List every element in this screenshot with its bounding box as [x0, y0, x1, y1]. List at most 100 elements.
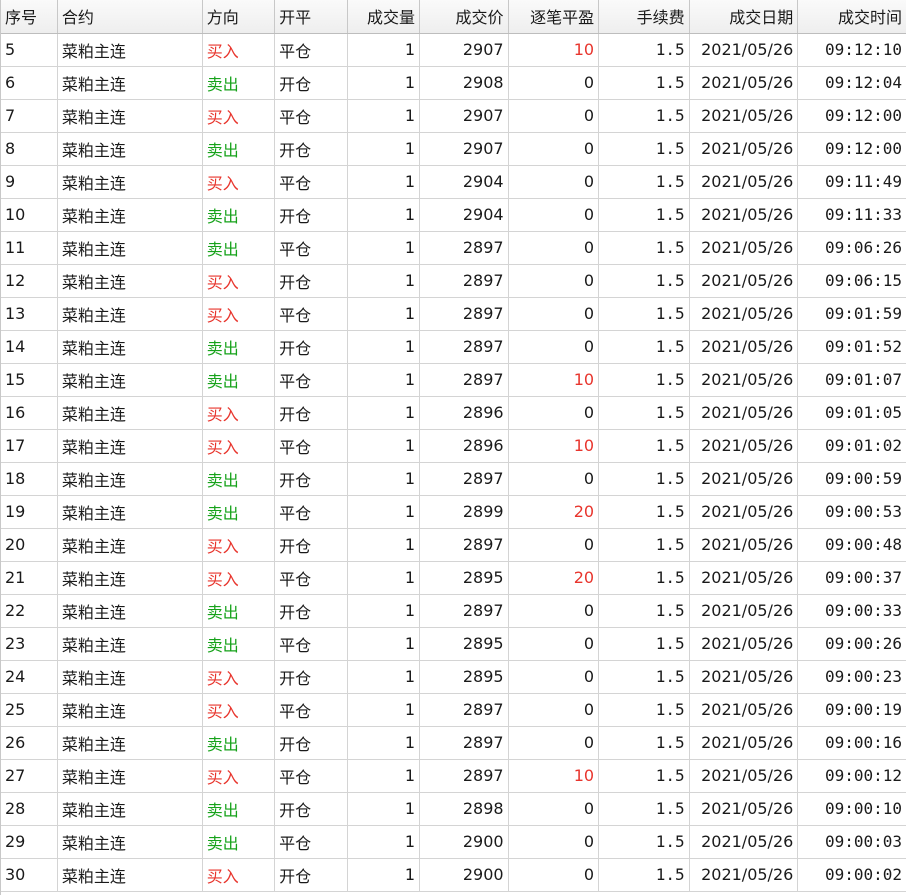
cell-time: 09:01:02	[797, 429, 906, 463]
table-row[interactable]: 26 菜粕主连 卖出 开仓 1 2897 0 1.5 2021/05/26 09:00:16	[1, 726, 906, 760]
table-row[interactable]: 13 菜粕主连 买入 平仓 1 2897 0 1.5 2021/05/26 09:01:59	[1, 297, 906, 331]
table-row[interactable]: 25 菜粕主连 买入 平仓 1 2897 0 1.5 2021/05/26 09:00:19	[1, 693, 906, 727]
cell-open-close: 平仓	[274, 429, 348, 463]
table-body: 5 菜粕主连 买入 平仓 1 2907 10 1.5 2021/05/26 09:12:10 6 菜粕…	[1, 33, 906, 892]
cell-fee: 1.5	[598, 396, 690, 430]
cell-seq: 18	[1, 462, 58, 496]
cell-pnl: 0	[508, 99, 600, 133]
cell-date: 2021/05/26	[689, 429, 799, 463]
cell-volume: 1	[347, 561, 421, 595]
cell-contract: 菜粕主连	[57, 858, 203, 892]
cell-pnl: 0	[508, 627, 600, 661]
cell-seq: 16	[1, 396, 58, 430]
column-header-fee[interactable]: 手续费	[598, 0, 690, 34]
cell-open-close: 平仓	[274, 627, 348, 661]
column-header-seq[interactable]: 序号	[1, 0, 58, 34]
cell-volume: 1	[347, 726, 421, 760]
cell-pnl: 0	[508, 660, 600, 694]
table-row[interactable]: 30 菜粕主连 买入 开仓 1 2900 0 1.5 2021/05/26 09:00:02	[1, 858, 906, 892]
table-row[interactable]: 24 菜粕主连 买入 开仓 1 2895 0 1.5 2021/05/26 09:00:23	[1, 660, 906, 694]
cell-pnl: 10	[508, 33, 600, 67]
table-row[interactable]: 20 菜粕主连 买入 开仓 1 2897 0 1.5 2021/05/26 09:00:48	[1, 528, 906, 562]
cell-direction: 买入	[202, 165, 276, 199]
cell-date: 2021/05/26	[689, 660, 799, 694]
cell-time: 09:11:49	[797, 165, 906, 199]
cell-price: 2896	[419, 396, 509, 430]
cell-time: 09:00:59	[797, 462, 906, 496]
table-row[interactable]: 11 菜粕主连 卖出 平仓 1 2897 0 1.5 2021/05/26 09:06:26	[1, 231, 906, 265]
cell-pnl: 0	[508, 462, 600, 496]
cell-open-close: 开仓	[274, 330, 348, 364]
cell-contract: 菜粕主连	[57, 132, 203, 166]
table-row[interactable]: 6 菜粕主连 卖出 开仓 1 2908 0 1.5 2021/05/26 09:12:04	[1, 66, 906, 100]
column-header-direction[interactable]: 方向	[202, 0, 276, 34]
cell-direction: 买入	[202, 396, 276, 430]
cell-volume: 1	[347, 66, 421, 100]
table-row[interactable]: 27 菜粕主连 买入 平仓 1 2897 10 1.5 2021/05/26 09:00:12	[1, 759, 906, 793]
cell-volume: 1	[347, 396, 421, 430]
cell-direction: 卖出	[202, 462, 276, 496]
cell-direction: 卖出	[202, 627, 276, 661]
cell-contract: 菜粕主连	[57, 165, 203, 199]
column-header-time[interactable]: 成交时间	[797, 0, 906, 34]
cell-volume: 1	[347, 792, 421, 826]
cell-contract: 菜粕主连	[57, 693, 203, 727]
table-row[interactable]: 15 菜粕主连 卖出 平仓 1 2897 10 1.5 2021/05/26 09:01:07	[1, 363, 906, 397]
header-row: 序号 合约 方向 开平 成交量 成交价 逐笔平盈 手续费 成交日期 成交时间	[1, 0, 906, 34]
column-header-contract[interactable]: 合约	[57, 0, 203, 34]
table-row[interactable]: 7 菜粕主连 买入 平仓 1 2907 0 1.5 2021/05/26 09:12:00	[1, 99, 906, 133]
cell-contract: 菜粕主连	[57, 99, 203, 133]
table-row[interactable]: 10 菜粕主连 卖出 开仓 1 2904 0 1.5 2021/05/26 09:11:33	[1, 198, 906, 232]
cell-direction: 卖出	[202, 66, 276, 100]
cell-time: 09:00:26	[797, 627, 906, 661]
cell-volume: 1	[347, 33, 421, 67]
trade-records-table: 序号 合约 方向 开平 成交量 成交价 逐笔平盈 手续费 成交日期 成交时间 5…	[1, 0, 906, 892]
column-header-date[interactable]: 成交日期	[689, 0, 799, 34]
table-row[interactable]: 9 菜粕主连 买入 平仓 1 2904 0 1.5 2021/05/26 09:11:49	[1, 165, 906, 199]
cell-date: 2021/05/26	[689, 858, 799, 892]
cell-date: 2021/05/26	[689, 396, 799, 430]
table-row[interactable]: 21 菜粕主连 买入 平仓 1 2895 20 1.5 2021/05/26 09:00:37	[1, 561, 906, 595]
table-row[interactable]: 28 菜粕主连 卖出 开仓 1 2898 0 1.5 2021/05/26 09:00:10	[1, 792, 906, 826]
table-row[interactable]: 29 菜粕主连 卖出 平仓 1 2900 0 1.5 2021/05/26 09:00:03	[1, 825, 906, 859]
table-row[interactable]: 12 菜粕主连 买入 开仓 1 2897 0 1.5 2021/05/26 09:06:15	[1, 264, 906, 298]
cell-contract: 菜粕主连	[57, 825, 203, 859]
column-header-pnl[interactable]: 逐笔平盈	[508, 0, 600, 34]
table-row[interactable]: 8 菜粕主连 卖出 开仓 1 2907 0 1.5 2021/05/26 09:12:00	[1, 132, 906, 166]
cell-price: 2896	[419, 429, 509, 463]
cell-pnl: 0	[508, 594, 600, 628]
cell-fee: 1.5	[598, 264, 690, 298]
column-header-volume[interactable]: 成交量	[347, 0, 421, 34]
cell-seq: 21	[1, 561, 58, 595]
table-row[interactable]: 19 菜粕主连 卖出 平仓 1 2899 20 1.5 2021/05/26 09:00:53	[1, 495, 906, 529]
column-header-price[interactable]: 成交价	[419, 0, 509, 34]
table-row[interactable]: 14 菜粕主连 卖出 开仓 1 2897 0 1.5 2021/05/26 09:01:52	[1, 330, 906, 364]
cell-volume: 1	[347, 495, 421, 529]
table-row[interactable]: 23 菜粕主连 卖出 平仓 1 2895 0 1.5 2021/05/26 09:00:26	[1, 627, 906, 661]
cell-pnl: 20	[508, 495, 600, 529]
cell-seq: 5	[1, 33, 58, 67]
cell-price: 2907	[419, 33, 509, 67]
cell-fee: 1.5	[598, 825, 690, 859]
table-row[interactable]: 16 菜粕主连 买入 开仓 1 2896 0 1.5 2021/05/26 09:01:05	[1, 396, 906, 430]
cell-fee: 1.5	[598, 495, 690, 529]
cell-pnl: 0	[508, 396, 600, 430]
column-header-open-close[interactable]: 开平	[274, 0, 348, 34]
table-row[interactable]: 17 菜粕主连 买入 平仓 1 2896 10 1.5 2021/05/26 09:01:02	[1, 429, 906, 463]
cell-fee: 1.5	[598, 198, 690, 232]
cell-pnl: 0	[508, 792, 600, 826]
cell-pnl: 0	[508, 198, 600, 232]
cell-seq: 22	[1, 594, 58, 628]
table-row[interactable]: 5 菜粕主连 买入 平仓 1 2907 10 1.5 2021/05/26 09:12:10	[1, 33, 906, 67]
cell-open-close: 开仓	[274, 660, 348, 694]
cell-direction: 卖出	[202, 363, 276, 397]
cell-date: 2021/05/26	[689, 165, 799, 199]
cell-volume: 1	[347, 858, 421, 892]
cell-date: 2021/05/26	[689, 363, 799, 397]
cell-volume: 1	[347, 297, 421, 331]
table-row[interactable]: 22 菜粕主连 卖出 开仓 1 2897 0 1.5 2021/05/26 09:00:33	[1, 594, 906, 628]
cell-fee: 1.5	[598, 660, 690, 694]
table-row[interactable]: 18 菜粕主连 卖出 开仓 1 2897 0 1.5 2021/05/26 09:00:59	[1, 462, 906, 496]
cell-fee: 1.5	[598, 858, 690, 892]
cell-fee: 1.5	[598, 594, 690, 628]
